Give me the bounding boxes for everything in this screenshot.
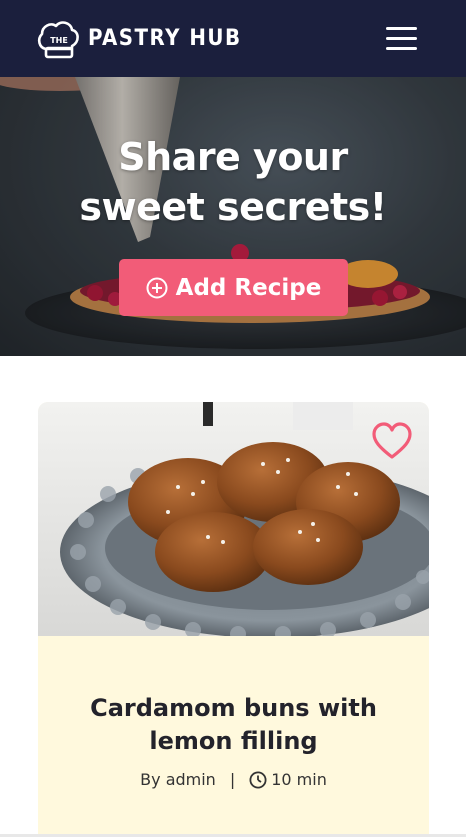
recipe-author: By admin [140, 770, 216, 789]
top-navbar: THE PASTRY HUB [0, 0, 466, 77]
plus-circle-icon [146, 277, 168, 298]
recipe-time-wrap: 10 min [249, 770, 327, 789]
add-recipe-button[interactable]: Add Recipe [119, 259, 348, 316]
brand-name: PASTRY HUB [88, 26, 242, 51]
brand-badge: THE [50, 36, 68, 45]
recipe-time: 10 min [271, 770, 327, 789]
recipe-meta: By admin | 10 min [38, 770, 429, 789]
hero-banner: Share your sweet secrets! Add Recipe [0, 77, 466, 356]
recipe-title[interactable]: Cardamom buns with lemon filling [58, 692, 409, 758]
recipe-card-body: Cardamom buns with lemon filling By admi… [38, 636, 429, 837]
hero-title-line1: Share your [118, 135, 348, 179]
hero-title: Share your sweet secrets! [0, 132, 466, 232]
clock-icon [249, 771, 267, 788]
chef-hat-logo-icon: THE [37, 20, 79, 58]
hamburger-menu-icon[interactable] [386, 26, 418, 51]
recipe-card[interactable]: Cardamom buns with lemon filling By admi… [38, 402, 429, 837]
heart-outline-icon[interactable] [371, 422, 413, 460]
meta-separator: | [229, 770, 236, 789]
add-recipe-label: Add Recipe [175, 274, 322, 301]
brand-logo-link[interactable]: THE PASTRY HUB [36, 19, 242, 59]
hero-title-line2: sweet secrets! [79, 185, 387, 229]
